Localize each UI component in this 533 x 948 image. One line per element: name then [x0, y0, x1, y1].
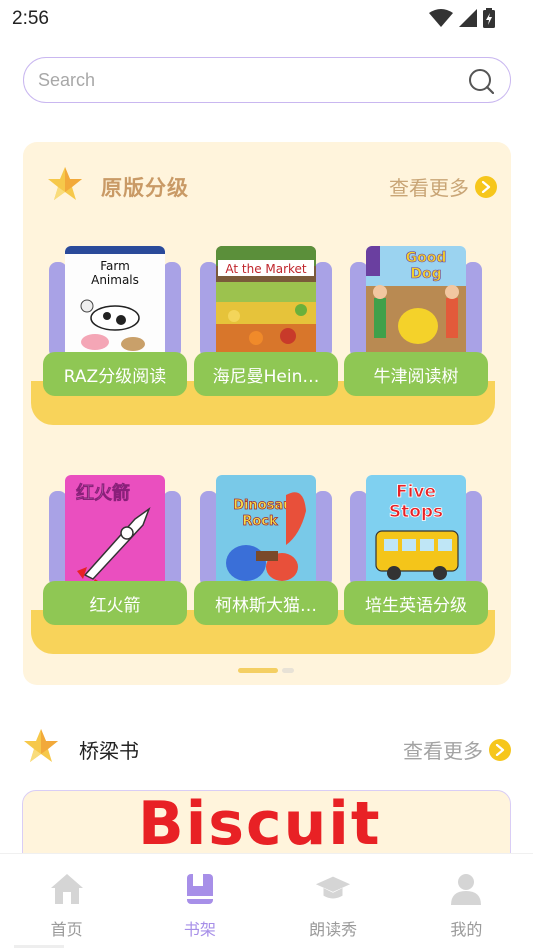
view-more-link[interactable]: 查看更多 [389, 172, 497, 201]
book-cover: Five Stops [366, 475, 466, 587]
home-icon [48, 870, 86, 908]
book-label: 红火箭 [43, 581, 187, 625]
book-item[interactable]: Farm Animals RAZ分级阅读 [43, 246, 187, 396]
bookshelf-icon [181, 870, 219, 908]
graded-reading-card: 原版分级 查看更多 Farm Animals RAZ分级阅读 At the Ma… [23, 142, 511, 685]
book-item[interactable]: At the Market 海尼曼Hein… [194, 246, 338, 396]
section-title: 桥梁书 [79, 739, 139, 763]
page-dot-active [238, 668, 278, 673]
banner-title: Biscuit [138, 790, 382, 859]
svg-text:Animals: Animals [91, 273, 139, 287]
tab-label: 朗读秀 [309, 920, 358, 939]
search-bar [23, 57, 511, 103]
search-icon[interactable] [468, 68, 494, 94]
page-dot [282, 668, 294, 673]
svg-text:At the Market: At the Market [225, 262, 307, 276]
status-time: 2:56 [12, 8, 49, 29]
book-cover: Good Dog [366, 246, 466, 358]
book-cover: Dinosaur Rock [216, 475, 316, 587]
book-label: 培生英语分级 [344, 581, 488, 625]
svg-text:Rock: Rock [242, 514, 278, 529]
svg-text:Dog: Dog [410, 266, 441, 282]
status-bar: 2:56 [0, 0, 533, 38]
svg-text:Good: Good [406, 250, 447, 266]
page-indicator [238, 668, 294, 673]
svg-text:Five: Five [396, 482, 436, 502]
book-label: RAZ分级阅读 [43, 352, 187, 396]
view-more-label: 查看更多 [403, 739, 483, 763]
book-cover: 红火箭 [65, 475, 165, 587]
tab-label: 我的 [450, 920, 483, 939]
svg-text:红火箭: 红火箭 [76, 482, 130, 504]
cellular-signal-icon [459, 9, 477, 27]
battery-icon [483, 8, 495, 28]
book-item[interactable]: 红火箭 红火箭 [43, 475, 187, 625]
view-more-label: 查看更多 [389, 176, 469, 200]
book-label: 柯林斯大猫… [194, 581, 338, 625]
book-item[interactable]: Good Dog 牛津阅读树 [344, 246, 488, 396]
search-input[interactable] [38, 66, 458, 94]
star-icon [24, 729, 58, 762]
tab-home[interactable]: 首页 [0, 854, 133, 948]
svg-text:Farm: Farm [100, 259, 130, 273]
tab-read-aloud[interactable]: 朗读秀 [267, 854, 400, 948]
book-item[interactable]: Five Stops 培生英语分级 [344, 475, 488, 625]
tab-label: 书架 [183, 920, 216, 939]
section-title: 原版分级 [101, 176, 189, 200]
tab-bookshelf[interactable]: 书架 [133, 854, 266, 948]
chevron-right-icon [489, 738, 511, 761]
tab-profile[interactable]: 我的 [400, 854, 533, 948]
bottom-tab-bar: 首页 书架 朗读秀 我的 [0, 853, 533, 948]
user-icon [447, 870, 485, 908]
svg-text:Stops: Stops [389, 502, 443, 522]
status-icons [429, 8, 495, 28]
book-label: 牛津阅读树 [344, 352, 488, 396]
wifi-icon [429, 9, 453, 27]
book-item[interactable]: Dinosaur Rock 柯林斯大猫… [194, 475, 338, 625]
view-more-link[interactable]: 查看更多 [403, 735, 511, 764]
star-icon [48, 167, 82, 200]
chevron-right-icon [475, 175, 497, 198]
book-cover: At the Market [216, 246, 316, 358]
tab-label: 首页 [50, 920, 83, 939]
graduation-cap-icon [314, 870, 352, 908]
book-cover: Farm Animals [65, 246, 165, 358]
book-label: 海尼曼Hein… [194, 352, 338, 396]
